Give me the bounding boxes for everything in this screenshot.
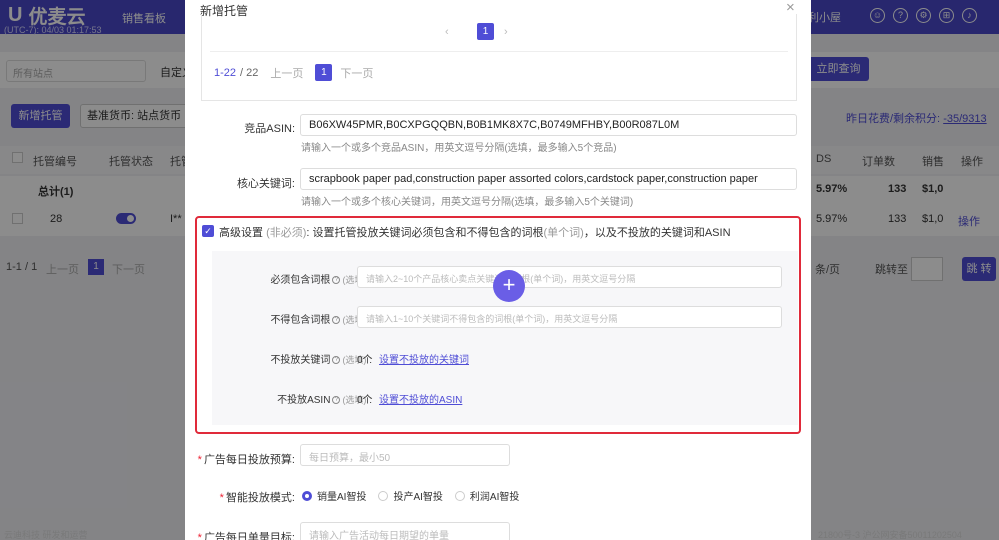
chevron-right-icon[interactable]: › [504,26,508,38]
neg-keywords-link[interactable]: 设置不投放的关键词 [379,351,469,366]
product-list-box: ‹ 1 › 1-22 / 22 上一页 1 下一页 [201,14,797,101]
list-pager-range: 1-22 [214,66,237,79]
chevron-left-icon[interactable]: ‹ [445,26,449,38]
radio-roi-ai-label: 投产AI智投 [393,492,443,503]
radio-dot-icon [454,490,465,501]
list-pager: 1-22 / 22 上一页 1 下一页 [214,64,373,81]
new-hosting-modal: 新增托管 × ‹ 1 › 1-22 / 22 上一页 1 下一页 竞品ASIN:… [185,0,811,540]
competitor-asin-label: 竞品ASIN: [244,123,295,135]
must-exclude-label-text: 不得包含词根 [270,315,331,326]
radio-roi-ai[interactable]: 投产AI智投 [378,488,443,503]
list-pager-total: / 22 [240,66,259,79]
list-pager-page[interactable]: 1 [315,64,333,81]
radio-sales-ai[interactable]: 销量AI智投 [302,488,366,503]
add-fab-button[interactable]: + [493,270,525,302]
required-mark: * [219,492,224,504]
inner-page-number[interactable]: 1 [477,23,494,40]
divider [210,51,788,52]
daily-budget-label-text: 广告每日投放预算: [203,454,295,466]
competitor-asin-input[interactable]: B06XW45PMR,B0CXPGQQBN,B0B1MK8X7C,B0749MF… [300,114,797,136]
neg-asin-link[interactable]: 设置不投放的ASIN [379,391,462,406]
competitor-asin-hint: 请输入一个或多个竞品ASIN，用英文逗号分隔(选填，最多输入5个竞品) [301,143,617,154]
help-circle-icon[interactable]: ? [332,356,341,365]
required-mark: * [197,454,202,466]
required-mark: * [197,532,202,540]
advanced-optional-text: (非必须) [266,227,307,239]
neg-keywords-label: 不投放关键词? (选填) : [270,355,372,366]
advanced-settings-title: 高级设置 (非必须): 设置托管投放关键词必须包含和不得包含的词根(单个词)，以… [219,224,731,240]
advanced-settings-checkbox[interactable]: ✓ [202,225,214,237]
help-circle-icon[interactable]: ? [332,396,341,405]
radio-sales-ai-label: 销量AI智投 [317,492,367,503]
advanced-desc-c: ，以及不投放的关键词和ASIN [583,227,731,239]
must-include-label: 必须包含词根?(选填) : [232,271,372,286]
core-keywords-input[interactable]: scrapbook paper pad,construction paper a… [300,168,797,190]
daily-target-input[interactable]: 请输入广告活动每日期望的单量 [300,522,510,540]
radio-dot-icon [302,490,312,501]
advanced-desc-b: (单个词) [543,227,584,239]
advanced-settings-box: ✓ 高级设置 (非必须): 设置托管投放关键词必须包含和不得包含的词根(单个词)… [195,216,801,434]
must-exclude-label: 不得包含词根?(选填) : [232,311,372,326]
list-pager-next[interactable]: 下一页 [340,65,373,81]
list-pager-prev[interactable]: 上一页 [270,65,303,81]
must-include-input[interactable]: 请输入2~10个产品核心卖点关键词的词根(单个词)，用英文逗号分隔 [357,266,782,288]
mode-radio-group: 销量AI智投 投产AI智投 利润AI智投 [302,488,519,503]
neg-keywords-label-text: 不投放关键词 [270,355,331,366]
radio-profit-ai[interactable]: 利润AI智投 [454,488,520,503]
help-circle-icon[interactable]: ? [332,316,341,325]
daily-target-label: * 广告每日单量目标: [195,529,295,540]
daily-budget-input[interactable]: 每日预算，最小50 [300,444,510,466]
neg-asin-label: 不投放ASIN? (选填) : [277,395,372,406]
advanced-title-text: 高级设置 [219,227,263,239]
neg-keywords-count: 0个 [357,355,373,366]
mode-label: * 智能投放模式: [195,489,295,505]
neg-asin-label-text: 不投放ASIN [277,395,331,406]
mode-label-text: 智能投放模式: [225,492,295,504]
must-include-label-text: 必须包含词根 [270,275,331,286]
core-keywords-label: 核心关键词: [236,178,295,190]
daily-budget-label: * 广告每日投放预算: [195,451,295,467]
daily-target-label-text: 广告每日单量目标: [203,532,295,540]
neg-asin-count: 0个 [357,395,373,406]
radio-dot-icon [378,490,389,501]
help-circle-icon[interactable]: ? [332,276,341,285]
must-exclude-input[interactable]: 请输入1~10个关键词不得包含的词根(单个词)，用英文逗号分隔 [357,306,782,328]
radio-profit-ai-label: 利润AI智投 [469,492,520,503]
advanced-desc-a: : 设置托管投放关键词必须包含和不得包含的词根 [306,227,544,239]
core-keywords-hint: 请输入一个或多个核心关键词，用英文逗号分隔(选填，最多输入5个关键词) [301,197,634,208]
